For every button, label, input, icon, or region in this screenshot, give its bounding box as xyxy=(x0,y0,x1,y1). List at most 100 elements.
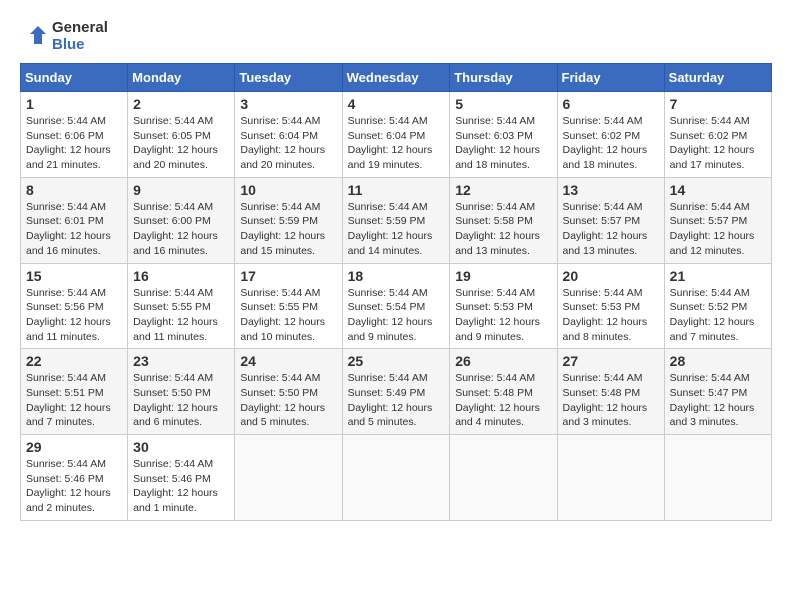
day-info: Sunrise: 5:44 AM Sunset: 6:04 PM Dayligh… xyxy=(240,114,336,173)
day-info: Sunrise: 5:44 AM Sunset: 5:50 PM Dayligh… xyxy=(133,371,229,430)
day-info: Sunrise: 5:44 AM Sunset: 5:55 PM Dayligh… xyxy=(240,286,336,345)
day-number: 15 xyxy=(26,268,122,284)
day-info: Sunrise: 5:44 AM Sunset: 5:58 PM Dayligh… xyxy=(455,200,551,259)
day-info: Sunrise: 5:44 AM Sunset: 6:03 PM Dayligh… xyxy=(455,114,551,173)
day-info: Sunrise: 5:44 AM Sunset: 5:47 PM Dayligh… xyxy=(670,371,766,430)
day-number: 10 xyxy=(240,182,336,198)
day-cell-11: 11 Sunrise: 5:44 AM Sunset: 5:59 PM Dayl… xyxy=(342,177,450,263)
day-number: 23 xyxy=(133,353,229,369)
day-number: 4 xyxy=(348,96,445,112)
day-number: 2 xyxy=(133,96,229,112)
day-cell-27: 27 Sunrise: 5:44 AM Sunset: 5:48 PM Dayl… xyxy=(557,349,664,435)
empty-cell xyxy=(342,435,450,521)
day-info: Sunrise: 5:44 AM Sunset: 5:48 PM Dayligh… xyxy=(455,371,551,430)
day-info: Sunrise: 5:44 AM Sunset: 6:06 PM Dayligh… xyxy=(26,114,122,173)
day-cell-5: 5 Sunrise: 5:44 AM Sunset: 6:03 PM Dayli… xyxy=(450,92,557,178)
day-info: Sunrise: 5:44 AM Sunset: 5:55 PM Dayligh… xyxy=(133,286,229,345)
day-number: 5 xyxy=(455,96,551,112)
day-cell-3: 3 Sunrise: 5:44 AM Sunset: 6:04 PM Dayli… xyxy=(235,92,342,178)
day-info: Sunrise: 5:44 AM Sunset: 6:05 PM Dayligh… xyxy=(133,114,229,173)
header-sunday: Sunday xyxy=(21,64,128,92)
calendar-row-1: 1 Sunrise: 5:44 AM Sunset: 6:06 PM Dayli… xyxy=(21,92,772,178)
day-info: Sunrise: 5:44 AM Sunset: 6:00 PM Dayligh… xyxy=(133,200,229,259)
day-cell-19: 19 Sunrise: 5:44 AM Sunset: 5:53 PM Dayl… xyxy=(450,263,557,349)
day-cell-1: 1 Sunrise: 5:44 AM Sunset: 6:06 PM Dayli… xyxy=(21,92,128,178)
day-cell-9: 9 Sunrise: 5:44 AM Sunset: 6:00 PM Dayli… xyxy=(128,177,235,263)
day-cell-4: 4 Sunrise: 5:44 AM Sunset: 6:04 PM Dayli… xyxy=(342,92,450,178)
day-number: 18 xyxy=(348,268,445,284)
day-cell-30: 30 Sunrise: 5:44 AM Sunset: 5:46 PM Dayl… xyxy=(128,435,235,521)
day-number: 25 xyxy=(348,353,445,369)
day-info: Sunrise: 5:44 AM Sunset: 5:59 PM Dayligh… xyxy=(240,200,336,259)
empty-cell xyxy=(557,435,664,521)
day-info: Sunrise: 5:44 AM Sunset: 5:53 PM Dayligh… xyxy=(455,286,551,345)
logo-general: General xyxy=(52,20,108,37)
day-number: 17 xyxy=(240,268,336,284)
calendar-row-3: 15 Sunrise: 5:44 AM Sunset: 5:56 PM Dayl… xyxy=(21,263,772,349)
day-number: 14 xyxy=(670,182,766,198)
day-info: Sunrise: 5:44 AM Sunset: 5:57 PM Dayligh… xyxy=(670,200,766,259)
day-cell-24: 24 Sunrise: 5:44 AM Sunset: 5:50 PM Dayl… xyxy=(235,349,342,435)
day-info: Sunrise: 5:44 AM Sunset: 5:53 PM Dayligh… xyxy=(563,286,659,345)
day-info: Sunrise: 5:44 AM Sunset: 5:52 PM Dayligh… xyxy=(670,286,766,345)
day-cell-15: 15 Sunrise: 5:44 AM Sunset: 5:56 PM Dayl… xyxy=(21,263,128,349)
day-number: 13 xyxy=(563,182,659,198)
day-cell-17: 17 Sunrise: 5:44 AM Sunset: 5:55 PM Dayl… xyxy=(235,263,342,349)
header-friday: Friday xyxy=(557,64,664,92)
day-cell-25: 25 Sunrise: 5:44 AM Sunset: 5:49 PM Dayl… xyxy=(342,349,450,435)
day-info: Sunrise: 5:44 AM Sunset: 5:49 PM Dayligh… xyxy=(348,371,445,430)
logo-blue: Blue xyxy=(52,37,108,54)
day-number: 6 xyxy=(563,96,659,112)
day-info: Sunrise: 5:44 AM Sunset: 5:46 PM Dayligh… xyxy=(26,457,122,516)
day-cell-16: 16 Sunrise: 5:44 AM Sunset: 5:55 PM Dayl… xyxy=(128,263,235,349)
day-number: 20 xyxy=(563,268,659,284)
calendar-table: Sunday Monday Tuesday Wednesday Thursday… xyxy=(20,63,772,521)
header-tuesday: Tuesday xyxy=(235,64,342,92)
day-info: Sunrise: 5:44 AM Sunset: 6:02 PM Dayligh… xyxy=(563,114,659,173)
day-cell-28: 28 Sunrise: 5:44 AM Sunset: 5:47 PM Dayl… xyxy=(664,349,771,435)
header-monday: Monday xyxy=(128,64,235,92)
calendar-row-4: 22 Sunrise: 5:44 AM Sunset: 5:51 PM Dayl… xyxy=(21,349,772,435)
day-number: 27 xyxy=(563,353,659,369)
day-cell-20: 20 Sunrise: 5:44 AM Sunset: 5:53 PM Dayl… xyxy=(557,263,664,349)
day-cell-26: 26 Sunrise: 5:44 AM Sunset: 5:48 PM Dayl… xyxy=(450,349,557,435)
day-cell-8: 8 Sunrise: 5:44 AM Sunset: 6:01 PM Dayli… xyxy=(21,177,128,263)
day-cell-13: 13 Sunrise: 5:44 AM Sunset: 5:57 PM Dayl… xyxy=(557,177,664,263)
day-info: Sunrise: 5:44 AM Sunset: 5:50 PM Dayligh… xyxy=(240,371,336,430)
day-cell-12: 12 Sunrise: 5:44 AM Sunset: 5:58 PM Dayl… xyxy=(450,177,557,263)
day-info: Sunrise: 5:44 AM Sunset: 5:51 PM Dayligh… xyxy=(26,371,122,430)
page-header: General Blue xyxy=(20,20,772,53)
day-number: 16 xyxy=(133,268,229,284)
day-info: Sunrise: 5:44 AM Sunset: 6:01 PM Dayligh… xyxy=(26,200,122,259)
day-cell-7: 7 Sunrise: 5:44 AM Sunset: 6:02 PM Dayli… xyxy=(664,92,771,178)
day-number: 11 xyxy=(348,182,445,198)
day-number: 24 xyxy=(240,353,336,369)
day-number: 26 xyxy=(455,353,551,369)
empty-cell xyxy=(450,435,557,521)
day-cell-22: 22 Sunrise: 5:44 AM Sunset: 5:51 PM Dayl… xyxy=(21,349,128,435)
header-saturday: Saturday xyxy=(664,64,771,92)
calendar-row-2: 8 Sunrise: 5:44 AM Sunset: 6:01 PM Dayli… xyxy=(21,177,772,263)
day-info: Sunrise: 5:44 AM Sunset: 5:54 PM Dayligh… xyxy=(348,286,445,345)
day-cell-10: 10 Sunrise: 5:44 AM Sunset: 5:59 PM Dayl… xyxy=(235,177,342,263)
day-number: 22 xyxy=(26,353,122,369)
day-number: 12 xyxy=(455,182,551,198)
logo-svg xyxy=(20,22,50,52)
empty-cell xyxy=(235,435,342,521)
day-cell-21: 21 Sunrise: 5:44 AM Sunset: 5:52 PM Dayl… xyxy=(664,263,771,349)
day-cell-18: 18 Sunrise: 5:44 AM Sunset: 5:54 PM Dayl… xyxy=(342,263,450,349)
header-thursday: Thursday xyxy=(450,64,557,92)
empty-cell xyxy=(664,435,771,521)
day-cell-29: 29 Sunrise: 5:44 AM Sunset: 5:46 PM Dayl… xyxy=(21,435,128,521)
weekday-header-row: Sunday Monday Tuesday Wednesday Thursday… xyxy=(21,64,772,92)
calendar-row-5: 29 Sunrise: 5:44 AM Sunset: 5:46 PM Dayl… xyxy=(21,435,772,521)
day-info: Sunrise: 5:44 AM Sunset: 5:59 PM Dayligh… xyxy=(348,200,445,259)
day-number: 30 xyxy=(133,439,229,455)
day-cell-2: 2 Sunrise: 5:44 AM Sunset: 6:05 PM Dayli… xyxy=(128,92,235,178)
day-number: 19 xyxy=(455,268,551,284)
day-number: 29 xyxy=(26,439,122,455)
day-number: 3 xyxy=(240,96,336,112)
day-cell-6: 6 Sunrise: 5:44 AM Sunset: 6:02 PM Dayli… xyxy=(557,92,664,178)
day-info: Sunrise: 5:44 AM Sunset: 5:48 PM Dayligh… xyxy=(563,371,659,430)
day-number: 1 xyxy=(26,96,122,112)
